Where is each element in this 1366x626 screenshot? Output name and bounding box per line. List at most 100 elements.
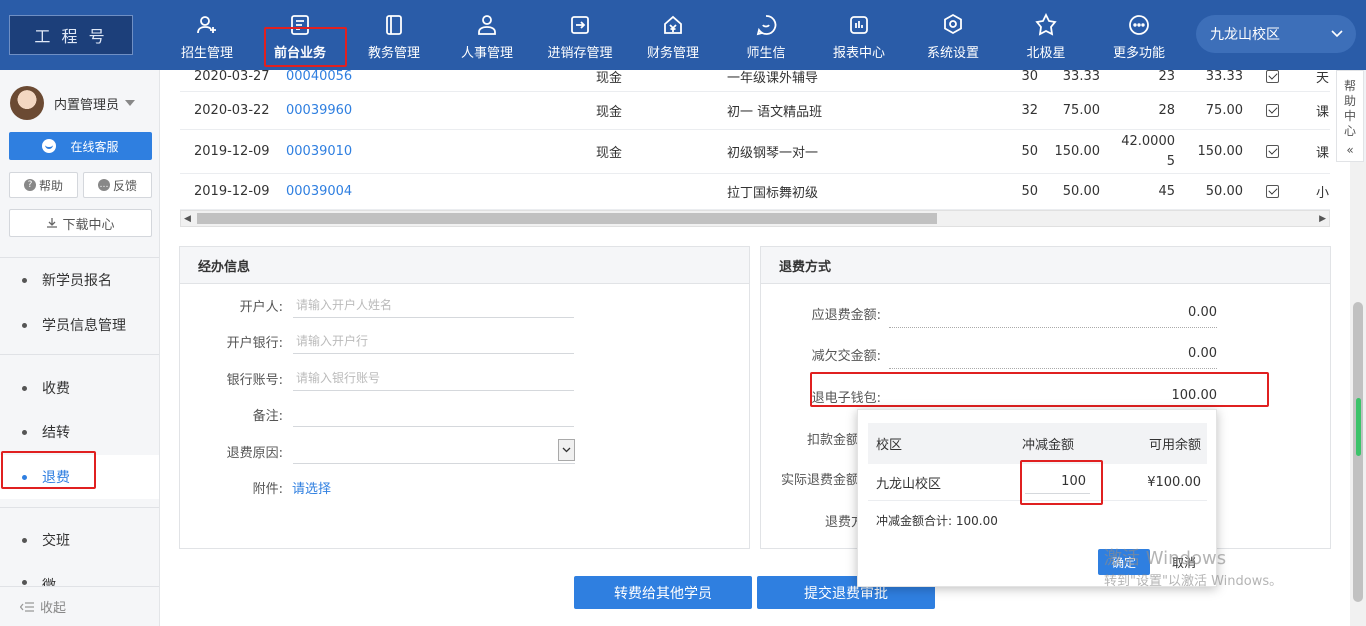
download-center-button[interactable]: 下载中心 [9, 209, 152, 237]
sidebar-item-label: 收费 [42, 381, 70, 397]
online-service-button[interactable]: 在线客服 [9, 132, 152, 160]
receipt-link[interactable]: 00040056 [286, 62, 352, 91]
settings-icon [940, 12, 966, 38]
feedback-icon: … [97, 179, 110, 191]
vertical-scrollbar[interactable] [1350, 162, 1366, 626]
table-row: 九龙山校区 100 ¥100.00 [868, 464, 1207, 501]
user-menu[interactable]: 内置管理员 [10, 86, 136, 120]
account-holder-input[interactable]: 请输入开户人姓名 [293, 292, 574, 318]
field-label: 应退费金额: [811, 307, 881, 323]
sidebar-item-label: 退费 [42, 470, 70, 486]
row-checkbox[interactable] [1266, 130, 1279, 173]
logo[interactable]: 工 程 号 [9, 15, 133, 55]
nav-item-hr[interactable]: 人事管理 [442, 0, 532, 70]
nav-item-academics[interactable]: 教务管理 [349, 0, 439, 70]
remark-row: 备注: [180, 401, 740, 427]
help-center-tab[interactable]: 帮 助 中 心 « [1336, 70, 1364, 162]
row-checkbox[interactable] [1266, 174, 1279, 209]
nav-label: 报表中心 [832, 46, 885, 61]
wallet-refund-row[interactable]: 退电子钱包: 100.00 [761, 381, 1329, 411]
nav-item-inventory[interactable]: 进销存管理 [535, 0, 625, 70]
feedback-label: 反馈 [112, 178, 137, 193]
nav-item-more[interactable]: 更多功能 [1094, 0, 1184, 70]
scrollbar-thumb[interactable] [197, 213, 937, 224]
check-icon [1266, 145, 1279, 158]
receipt-link[interactable]: 00039960 [286, 92, 352, 129]
nav-label: 人事管理 [460, 46, 513, 61]
user-name: 内置管理员 [54, 97, 120, 113]
field-label: 减欠交金额: [811, 348, 881, 364]
bullet [22, 580, 27, 585]
deduction-amount-input[interactable]: 100 [1025, 470, 1090, 494]
sidebar-item-student-info[interactable]: 学员信息管理 [0, 303, 159, 347]
price-cell: 150.00 [1054, 144, 1101, 159]
nav-item-finance[interactable]: 财务管理 [628, 0, 718, 70]
row-checkbox[interactable] [1266, 62, 1279, 91]
nav-label: 前台业务 [273, 46, 326, 61]
campus-select[interactable]: 九龙山校区 [1196, 15, 1356, 53]
scroll-indicator [1356, 398, 1361, 456]
sidebar-item-label: 学员信息管理 [42, 318, 126, 334]
table-row[interactable]: 2020-03-22 00039960 现金 初一 语文精品班 32 75.00… [180, 92, 1330, 130]
help-label: 帮助 [38, 178, 63, 193]
refund-reason-select[interactable] [293, 438, 575, 464]
nav-item-front-desk[interactable]: 前台业务 [255, 0, 345, 70]
remark-input[interactable] [293, 401, 574, 427]
sidebar-collapse-button[interactable]: 收起 [0, 586, 159, 626]
table-row[interactable]: 2019-12-09 00039004 拉丁国标舞初级 50 50.00 45 … [180, 174, 1330, 210]
nav-item-admissions[interactable]: 招生管理 [162, 0, 252, 70]
horizontal-scrollbar[interactable]: ◀ ▶ [180, 210, 1330, 227]
sidebar-item-shift-handover[interactable]: 交班 [0, 518, 159, 562]
date-cell: 2019-12-09 [194, 144, 270, 159]
date-cell: 2020-03-27 [194, 69, 270, 84]
caret-down-icon [125, 100, 136, 106]
transfer-to-student-button[interactable]: 转费给其他学员 [574, 576, 752, 609]
sidebar-divider [0, 354, 159, 355]
remaining-cell: 23 [1158, 69, 1175, 84]
check-icon [1266, 185, 1279, 198]
nav-item-settings[interactable]: 系统设置 [908, 0, 998, 70]
person-icon [474, 12, 500, 38]
amount-cell: 150.00 [1197, 144, 1244, 159]
bank-input[interactable]: 请输入开户行 [293, 328, 574, 354]
course-cell: 初一 语文精品班 [727, 105, 823, 120]
arrears-deduction-value: 0.00 [889, 339, 1217, 369]
field-label: 扣款金额 [807, 433, 860, 448]
row-checkbox[interactable] [1266, 92, 1279, 129]
sidebar-item-label: 新学员报名 [42, 273, 112, 289]
nav-item-reports[interactable]: 报表中心 [814, 0, 904, 70]
table-row[interactable]: 2020-03-27 00040056 现金 一年级课外辅导 30 33.33 … [180, 62, 1330, 92]
campus-cell: 九龙山校区 [876, 476, 942, 492]
check-icon [1266, 70, 1279, 83]
receipt-link[interactable]: 00039010 [286, 130, 352, 173]
remaining-cell: 42.0000 5 [1110, 130, 1175, 173]
scroll-right-icon[interactable]: ▶ [1319, 214, 1326, 224]
unit-cell: 小时 [1316, 186, 1330, 201]
sidebar-item-charge[interactable]: 收费 [0, 366, 159, 410]
nav-item-polaris[interactable]: 北极星 [1001, 0, 1091, 70]
receipt-link[interactable]: 00039004 [286, 174, 352, 209]
course-cell: 初级钢琴一对一 [727, 146, 819, 161]
wallet-refund-value[interactable]: 100.00 [889, 381, 1217, 411]
nav-item-messages[interactable]: 师生信 [721, 0, 811, 70]
account-number-input[interactable]: 请输入银行账号 [293, 365, 574, 391]
chevron-down-icon[interactable] [558, 439, 575, 461]
sidebar-item-partial[interactable]: 微 [0, 563, 159, 586]
field-label: 开户人: [239, 299, 283, 315]
help-button[interactable]: ? 帮助 [9, 172, 78, 198]
campus-select-value: 九龙山校区 [1210, 27, 1280, 43]
book-icon [381, 12, 407, 38]
star-icon [1033, 12, 1059, 38]
nav-label: 财务管理 [646, 46, 699, 61]
panel-title: 经办信息 [180, 247, 749, 284]
sidebar-item-refund[interactable]: 退费 [0, 455, 159, 499]
sidebar-item-carryover[interactable]: 结转 [0, 410, 159, 454]
sidebar-item-new-enrollment[interactable]: 新学员报名 [0, 258, 159, 302]
field-label: 退电子钱包: [811, 390, 881, 406]
amount-cell: 33.33 [1205, 69, 1243, 84]
choose-file-link[interactable]: 请选择 [292, 474, 331, 500]
scroll-left-icon[interactable]: ◀ [184, 214, 191, 224]
table-row[interactable]: 2019-12-09 00039010 现金 初级钢琴一对一 50 150.00… [180, 130, 1330, 174]
panel-title: 退费方式 [761, 247, 1330, 284]
feedback-button[interactable]: … 反馈 [83, 172, 152, 198]
